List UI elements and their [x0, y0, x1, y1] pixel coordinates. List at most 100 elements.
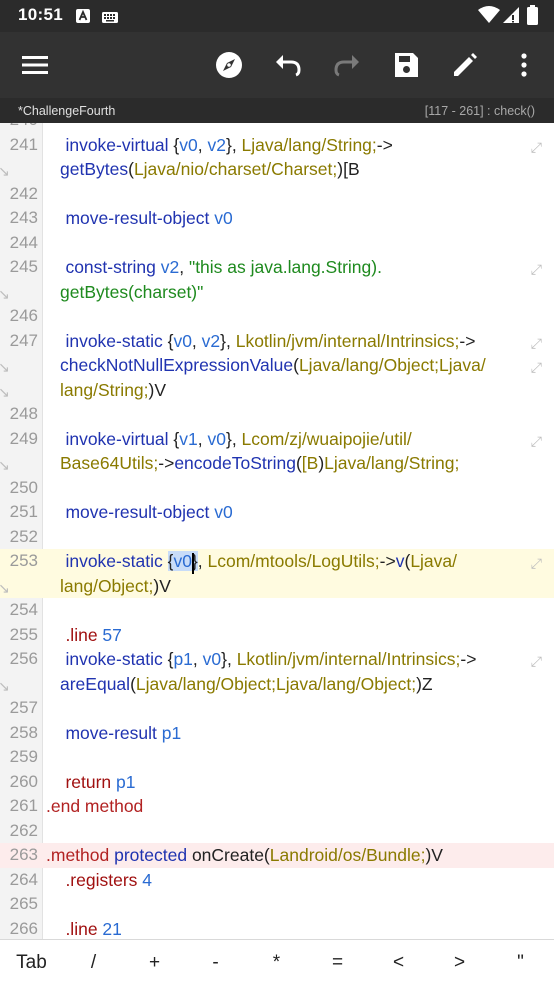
- save-icon[interactable]: [390, 49, 422, 81]
- line-number: 260: [9, 771, 38, 791]
- code-text: invoke-static {v0}, Lcom/mtools/LogUtils…: [46, 549, 457, 574]
- code-line[interactable]: 257: [0, 696, 554, 721]
- line-number: 242: [9, 183, 38, 203]
- undo-icon[interactable]: [272, 49, 304, 81]
- code-token: p1: [116, 771, 136, 792]
- code-line[interactable]: 258 move-result p1: [0, 721, 554, 746]
- code-line[interactable]: 240: [0, 123, 554, 133]
- code-line[interactable]: 261 .end method: [0, 794, 554, 819]
- code-token: )V: [425, 845, 443, 865]
- code-text: .method protected onCreate(Landroid/os/B…: [46, 843, 443, 868]
- code-text: lang/String;)V: [60, 378, 166, 403]
- more-icon[interactable]: [508, 49, 540, 81]
- code-token: p1: [173, 649, 193, 669]
- symbol-key-less-than[interactable]: <: [368, 940, 429, 985]
- code-line[interactable]: 247 invoke-static {v0, v2}, Lkotlin/jvm/…: [0, 329, 554, 354]
- menu-icon[interactable]: [19, 49, 51, 81]
- code-token: Lcom/mtools/LogUtils;: [207, 551, 380, 571]
- file-tab-title[interactable]: *ChallengeFourth: [18, 104, 115, 118]
- line-number: 252: [9, 526, 38, 546]
- code-line[interactable]: 264 .registers 4: [0, 868, 554, 893]
- code-line[interactable]: 248: [0, 402, 554, 427]
- code-line[interactable]: 244: [0, 231, 554, 256]
- code-text: areEqual(Ljava/lang/Object;Ljava/lang/Ob…: [60, 672, 433, 697]
- line-number: 241: [9, 134, 38, 154]
- code-token: "this as java.lang.String).: [188, 257, 382, 277]
- code-line-continuation[interactable]: ↘ areEqual(Ljava/lang/Object;Ljava/lang/O…: [0, 672, 554, 697]
- compass-icon[interactable]: [213, 49, 245, 81]
- symbol-key-quote[interactable]: ": [490, 940, 551, 985]
- code-line[interactable]: 245 const-string v2, "this as java.lang.…: [0, 255, 554, 280]
- symbol-key-slash[interactable]: /: [63, 940, 124, 985]
- code-line[interactable]: 252: [0, 525, 554, 550]
- code-token: move-result-object: [46, 208, 215, 228]
- code-line[interactable]: 256 invoke-static {p1, v0}, Lkotlin/jvm/…: [0, 647, 554, 672]
- symbol-key-greater-than[interactable]: >: [429, 940, 490, 985]
- code-line[interactable]: 242: [0, 182, 554, 207]
- code-text: move-result-object v0: [46, 500, 233, 525]
- code-line[interactable]: 249 invoke-virtual {v1, v0}, Lcom/zj/wua…: [0, 427, 554, 452]
- code-token: 21: [102, 918, 122, 939]
- code-line[interactable]: 251 move-result-object v0: [0, 500, 554, 525]
- line-number: 263: [9, 845, 38, 864]
- code-token: Base64Utils;: [60, 453, 159, 473]
- code-token: ->: [459, 330, 476, 351]
- code-token: v0: [214, 502, 233, 522]
- code-line[interactable]: 241 invoke-virtual {v0, v2}, Ljava/lang/…: [0, 133, 554, 158]
- line-number: 255: [9, 624, 38, 644]
- code-line[interactable]: 255 .line 57: [0, 623, 554, 648]
- code-line[interactable]: 253 invoke-static {v0}, Lcom/mtools/LogU…: [0, 549, 554, 574]
- line-number: 247: [9, 330, 38, 350]
- code-token: .line: [46, 918, 103, 939]
- code-line-continuation[interactable]: ↘ lang/String;)V: [0, 378, 554, 403]
- symbol-key-tab[interactable]: Tab: [1, 940, 62, 985]
- line-number: 257: [9, 698, 38, 717]
- code-token: Ljava/: [410, 551, 458, 571]
- line-number: 261: [9, 796, 38, 815]
- code-token: ,: [197, 551, 208, 571]
- symbol-key-plus[interactable]: +: [124, 940, 185, 985]
- symbol-key-minus[interactable]: -: [185, 940, 246, 985]
- line-number: 248: [9, 404, 38, 423]
- line-number: 266: [9, 918, 38, 938]
- code-line-continuation[interactable]: ↘ getBytes(charset)": [0, 280, 554, 305]
- code-token: )V: [153, 575, 171, 596]
- line-number: 265: [9, 894, 38, 913]
- code-token: },: [225, 428, 242, 449]
- code-editor[interactable]: 240241 invoke-virtual {v0, v2}, Ljava/la…: [0, 123, 554, 939]
- code-token: v0: [207, 428, 226, 449]
- code-line-continuation[interactable]: ↘ Base64Utils;->encodeToString([B)Ljava/l…: [0, 451, 554, 476]
- code-line-continuation[interactable]: ↘ getBytes(Ljava/nio/charset/Charset;)[B: [0, 157, 554, 182]
- code-text: .end method: [46, 794, 143, 819]
- code-line[interactable]: 265: [0, 892, 554, 917]
- signal-icon: [502, 6, 520, 29]
- code-token: ->: [460, 649, 477, 669]
- code-line[interactable]: 266 .line 21: [0, 917, 554, 940]
- code-token: lang/String;: [60, 379, 149, 400]
- redo-icon[interactable]: [331, 49, 363, 81]
- code-line[interactable]: 262: [0, 819, 554, 844]
- code-line-continuation[interactable]: ↘ lang/Object;)V: [0, 574, 554, 599]
- edit-icon[interactable]: [449, 49, 481, 81]
- keyboard-icon: [102, 10, 118, 28]
- code-line[interactable]: 263 .method protected onCreate(Landroid/o…: [0, 843, 554, 868]
- code-text: getBytes(Ljava/nio/charset/Charset;)[B: [60, 157, 360, 182]
- code-line[interactable]: 250: [0, 476, 554, 501]
- code-token: .registers: [46, 869, 143, 890]
- code-token: lang/Object;: [60, 575, 154, 596]
- symbol-key-equals[interactable]: =: [307, 940, 368, 985]
- code-line[interactable]: 254: [0, 598, 554, 623]
- code-text: const-string v2, "this as java.lang.Stri…: [46, 255, 382, 280]
- line-number: 251: [9, 502, 38, 521]
- code-token: Ljava/lang/Object;Ljava/: [298, 355, 486, 375]
- code-line-continuation[interactable]: ↘ checkNotNullExpressionValue(Ljava/lang/…: [0, 353, 554, 378]
- code-line[interactable]: 260 return p1: [0, 770, 554, 795]
- code-line[interactable]: 259: [0, 745, 554, 770]
- code-token: v0: [214, 208, 233, 228]
- symbol-key-asterisk[interactable]: *: [246, 940, 307, 985]
- code-line[interactable]: 246: [0, 304, 554, 329]
- code-token: v0: [173, 551, 192, 571]
- code-line[interactable]: 243 move-result-object v0: [0, 206, 554, 231]
- code-token: Lkotlin/jvm/internal/Intrinsics;: [236, 649, 461, 669]
- text-cursor: [191, 553, 194, 574]
